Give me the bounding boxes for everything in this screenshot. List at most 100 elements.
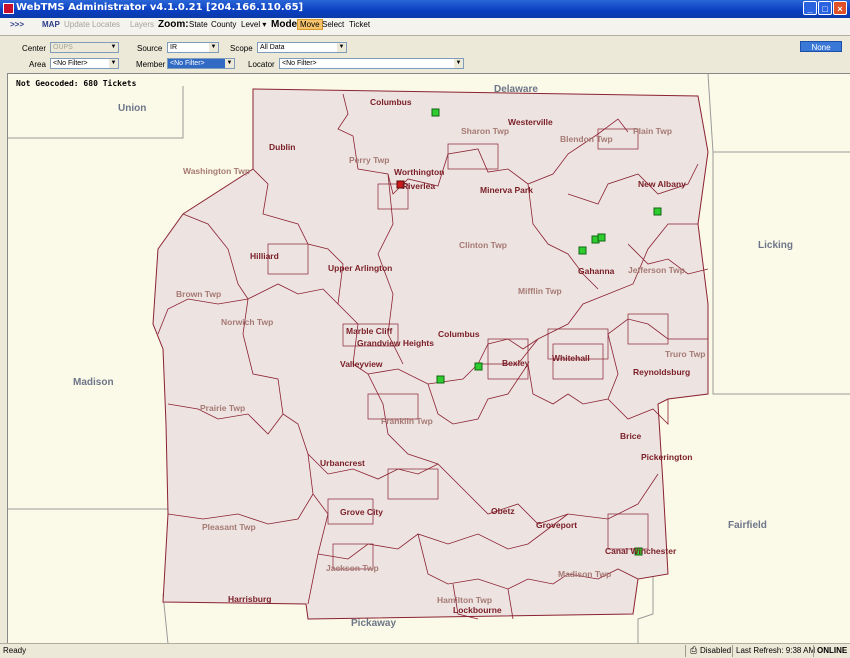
status-online: ONLINE <box>817 646 848 655</box>
chevron-down-icon: ▼ <box>454 59 463 68</box>
city-label: Harrisburg <box>228 594 272 604</box>
window-title: WebTMS Administrator v4.1.0.21 [204.166.… <box>16 2 304 13</box>
title-bar: WebTMS Administrator v4.1.0.21 [204.166.… <box>0 0 850 18</box>
status-last-refresh: Last Refresh: 9:38 AM <box>736 646 816 655</box>
city-label: Marble Cliff <box>346 326 393 336</box>
map-canvas[interactable] <box>8 74 850 644</box>
ticket-marker <box>653 207 662 216</box>
status-divider <box>813 645 814 657</box>
township-label: Hamilton Twp <box>437 595 493 605</box>
close-button[interactable]: × <box>833 1 847 15</box>
township-label: Sharon Twp <box>461 126 510 136</box>
township-label: Jefferson Twp <box>628 265 685 275</box>
map-button[interactable]: MAP <box>42 20 60 29</box>
township-label: Clinton Twp <box>459 240 507 250</box>
app-icon <box>3 3 14 14</box>
city-label: Riverlea <box>402 181 436 191</box>
county-label: Union <box>118 103 147 114</box>
city-label: Bexley <box>502 358 530 368</box>
city-label: New Albany <box>638 179 686 189</box>
township-label: Blendon Twp <box>560 134 613 144</box>
ticket-marker <box>474 362 483 371</box>
area-select[interactable]: <No Filter> ▼ <box>50 58 119 69</box>
city-label: Grove City <box>340 507 383 517</box>
area-label: Area <box>29 60 46 69</box>
mode-label: Mode <box>271 19 298 30</box>
city-label: Urbancrest <box>320 458 365 468</box>
city-label: Pickerington <box>641 452 693 462</box>
chevron-down-icon: ▼ <box>109 43 118 52</box>
scope-label: Scope <box>230 44 253 53</box>
township-label: Truro Twp <box>665 349 706 359</box>
city-label: Canal Winchester <box>605 546 677 556</box>
township-label: Madison Twp <box>558 569 612 579</box>
expand-button[interactable]: >>> <box>10 20 24 29</box>
city-label: Dublin <box>269 142 296 152</box>
chevron-down-icon: ▼ <box>209 43 218 52</box>
township-label: Perry Twp <box>349 155 390 165</box>
city-label: Whitehall <box>552 353 590 363</box>
city-label: Columbus <box>370 97 412 107</box>
ticket-marker <box>578 246 587 255</box>
ticket-marker <box>431 108 440 117</box>
ticket-marker <box>436 375 445 384</box>
county-label: Delaware <box>494 84 538 95</box>
zoom-label: Zoom: <box>158 19 189 30</box>
city-label: Hilliard <box>250 251 279 261</box>
member-label: Member <box>136 60 166 69</box>
not-geocoded-label: Not Geocoded: 680 Tickets <box>16 79 137 88</box>
township-label: Washington Twp <box>183 166 251 176</box>
township-label: Brown Twp <box>176 289 222 299</box>
county-label: Licking <box>758 240 794 251</box>
township-label: Prairie Twp <box>200 403 246 413</box>
maximize-button[interactable]: □ <box>818 1 832 15</box>
ticket-marker <box>597 233 606 242</box>
mode-select-button[interactable]: Select <box>322 20 344 29</box>
mode-move-button[interactable]: Move <box>297 19 323 30</box>
status-divider <box>732 645 733 657</box>
scope-select[interactable]: All Data ▼ <box>257 42 347 53</box>
city-label: Grandview Heights <box>357 338 434 348</box>
printer-icon[interactable]: ⎙ <box>690 645 697 656</box>
filter-panel: Center OUPS ▼ Source IR ▼ Scope All Data ▼ … <box>0 36 850 72</box>
update-locates-button[interactable]: Update Locates <box>64 20 120 29</box>
status-ready: Ready <box>3 646 27 655</box>
zoom-level-dropdown[interactable]: Level ▾ <box>241 20 266 29</box>
chevron-down-icon: ▼ <box>337 43 346 52</box>
township-label: Pleasant Twp <box>202 522 256 532</box>
status-divider <box>685 645 686 657</box>
city-label: Worthington <box>394 167 445 177</box>
layers-button[interactable]: Layers <box>130 20 154 29</box>
township-label: Franklin Twp <box>381 416 433 426</box>
locator-label: Locator <box>248 60 275 69</box>
map-view[interactable]: Not Geocoded: 680 Tickets Union Delaware… <box>7 73 850 644</box>
source-label: Source <box>137 44 163 53</box>
city-label: Upper Arlington <box>328 263 393 273</box>
county-label: Pickaway <box>351 618 397 629</box>
city-label: Reynoldsburg <box>633 367 691 377</box>
zoom-state-button[interactable]: State <box>189 20 208 29</box>
city-label: Valleyview <box>340 359 383 369</box>
chevron-down-icon: ▼ <box>109 59 118 68</box>
center-select[interactable]: OUPS ▼ <box>50 42 119 53</box>
city-label: Groveport <box>536 520 578 530</box>
chevron-down-icon: ▼ <box>225 59 234 68</box>
township-label: Plain Twp <box>633 126 673 136</box>
city-label: Gahanna <box>578 266 615 276</box>
city-label: Lockbourne <box>453 605 502 615</box>
city-label: Obetz <box>491 506 515 516</box>
township-label: Jackson Twp <box>326 563 379 573</box>
city-label: Columbus <box>438 329 480 339</box>
city-label: Brice <box>620 431 642 441</box>
city-label: Minerva Park <box>480 185 533 195</box>
county-label: Fairfield <box>728 520 767 531</box>
mode-ticket-button[interactable]: Ticket <box>349 20 370 29</box>
none-button[interactable]: None <box>800 41 842 52</box>
status-disabled: Disabled <box>700 646 732 655</box>
locator-select[interactable]: <No Filter> ▼ <box>279 58 464 69</box>
member-select[interactable]: <No Filter> ▼ <box>167 58 235 69</box>
source-select[interactable]: IR ▼ <box>167 42 219 53</box>
township-label: Norwich Twp <box>221 317 274 327</box>
zoom-county-button[interactable]: County <box>211 20 236 29</box>
minimize-button[interactable]: _ <box>803 1 817 15</box>
